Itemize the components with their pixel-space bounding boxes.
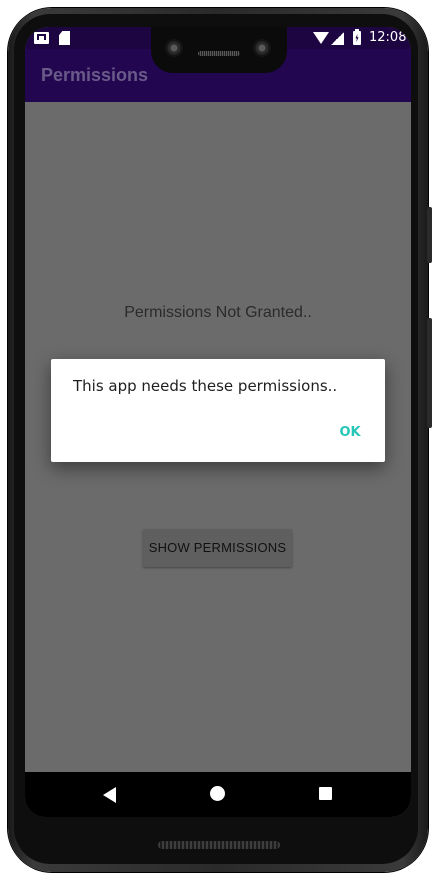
app-title: Permissions	[41, 65, 149, 85]
dialog-message: This app needs these permissions..	[73, 377, 338, 395]
display-notch	[151, 27, 287, 73]
device-frame: 12:08 Permissions Permissions Not Grante…	[0, 0, 440, 880]
signal-icon	[331, 32, 344, 45]
power-button[interactable]	[427, 207, 432, 263]
back-icon[interactable]	[103, 787, 116, 803]
status-clock: 12:08	[369, 30, 407, 45]
front-camera-icon	[253, 39, 271, 57]
wifi-icon	[313, 32, 329, 44]
volume-rocker[interactable]	[427, 318, 432, 428]
mail-icon	[34, 32, 49, 44]
sd-card-icon	[59, 31, 70, 45]
earpiece-speaker	[198, 51, 240, 56]
dialog-ok-button[interactable]: OK	[325, 418, 375, 448]
battery-charging-icon	[353, 29, 361, 45]
recents-icon[interactable]	[319, 787, 332, 800]
permission-status-text: Permissions Not Granted..	[124, 304, 312, 321]
front-camera-icon	[165, 39, 183, 57]
permission-dialog: This app needs these permissions.. OK	[51, 359, 385, 462]
navigation-bar	[25, 772, 411, 817]
home-icon[interactable]	[210, 786, 225, 801]
bottom-speaker-grille	[158, 841, 280, 849]
show-permissions-button[interactable]: SHOW PERMISSIONS	[143, 529, 292, 567]
